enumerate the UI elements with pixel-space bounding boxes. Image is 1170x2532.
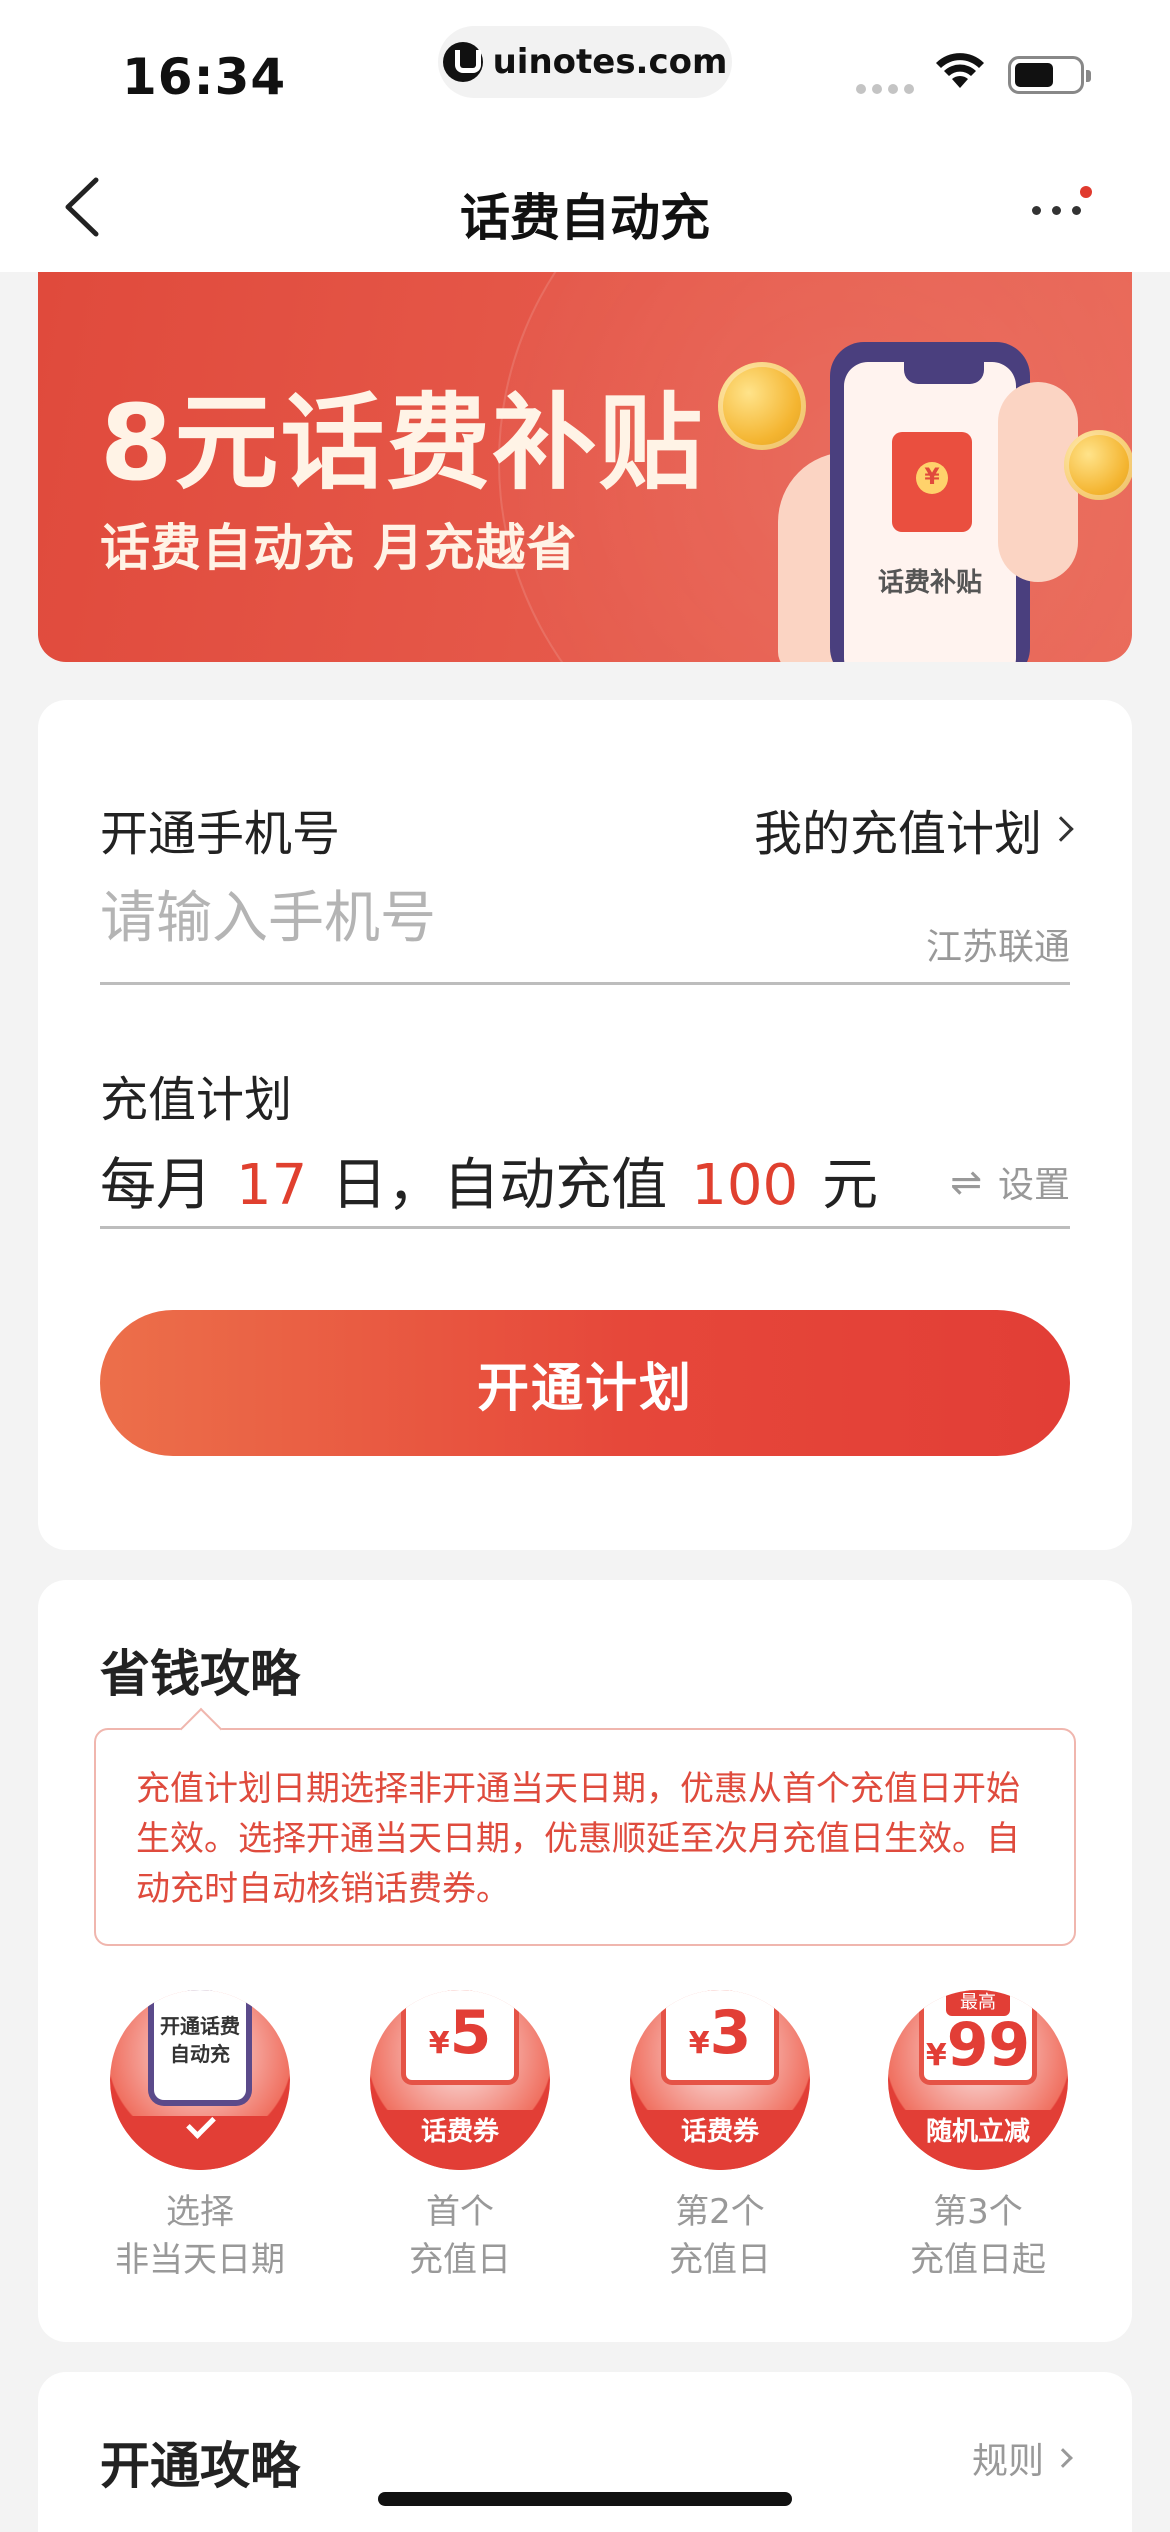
phone-screen-label: 话费补贴 [877,568,982,598]
coin-icon [718,362,806,450]
divider [100,1226,1070,1229]
phone-number-input[interactable] [100,878,800,958]
plan-suffix: 元 [822,1153,879,1218]
more-options-icon[interactable] [1024,186,1114,236]
step-badge: ¥5 话费券 [370,1990,550,2170]
coupon-value: 99 [946,2010,1031,2080]
plan-summary[interactable]: 每月 17 日，自动充值 100 元 [100,1140,878,1221]
thumb-illustration [998,382,1078,582]
step-badge: 开通话费自动充 [110,1990,290,2170]
coin-icon [1064,430,1132,500]
currency-symbol: ¥ [428,2026,450,2061]
my-plan-label: 我的充值计划 [753,806,1042,862]
banner-title: 8元话费补贴 [100,382,705,504]
step-line2: 充值日 [669,2240,771,2280]
max-ribbon: 最高 [946,1990,1010,2016]
chevron-right-icon [1048,816,1074,842]
banner-subtitle: 话费自动充 月充越省 [100,519,578,577]
swap-icon: ⇌ [950,1160,982,1204]
red-envelope-icon [892,432,972,532]
promo-banner[interactable]: 8元话费补贴 话费自动充 月充越省 话费补贴 [38,272,1132,662]
my-plan-link[interactable]: 我的充值计划 [753,794,1074,864]
notification-dot [1080,186,1092,198]
step-badge: ¥3 话费券 [630,1990,810,2170]
plan-amount: 100 [691,1153,799,1218]
site-logo-icon [442,42,483,82]
recharge-form-card: 开通手机号 我的充值计划 江苏联通 充值计划 每月 17 日，自动充值 100 … [38,700,1132,1550]
battery-icon [1008,56,1091,94]
carrier-label: 江苏联通 [925,927,1070,968]
home-indicator[interactable] [378,2492,792,2506]
step-badge: 最高 ¥99 随机立减 [888,1990,1068,2170]
step-item: ¥5 话费券 首个 充值日 [360,1990,560,2284]
status-bar: 16:34 uinotes.com [0,0,1170,140]
savings-steps: 开通话费自动充 选择 非当天日期 ¥5 话费券 首个 充值日 ¥3 话费券 第2… [100,1990,1070,2290]
coupon-value: 3 [709,1998,752,2068]
cellular-signal-icon [856,84,914,94]
rules-label: 规则 [971,2441,1044,2482]
url-text: uinotes.com [492,42,728,82]
coupon-label: 随机立减 [888,2110,1068,2170]
currency-symbol: ¥ [688,2026,710,2061]
savings-title: 省钱攻略 [100,1645,300,1703]
step-line2: 充值日起 [910,2240,1046,2280]
page-title: 话费自动充 [460,189,710,247]
rules-link[interactable]: 规则 [971,2432,1073,2484]
step-line1: 第2个 [675,2192,765,2232]
savings-guide-card: 省钱攻略 充值计划日期选择非开通当天日期，优惠从首个充值日开始生效。选择开通当天… [38,1580,1132,2342]
plan-label: 充值计划 [100,1072,293,1128]
savings-tip: 充值计划日期选择非开通当天日期，优惠从首个充值日开始生效。选择开通当天日期，优惠… [94,1728,1076,1946]
plan-middle: 日，自动充值 [331,1153,668,1218]
step-item: 开通话费自动充 选择 非当天日期 [100,1990,300,2284]
step-phone-label: 开通话费自动充 [154,1990,246,2100]
wifi-icon [936,53,984,88]
coupon-amount: ¥5 [370,1998,550,2068]
plan-settings-button[interactable]: ⇌ 设置 [950,1156,1070,1208]
plan-prefix: 每月 [100,1153,212,1218]
step-line1: 首个 [426,2192,494,2232]
step-line1: 选择 [166,2192,234,2232]
step-item: 最高 ¥99 随机立减 第3个 充值日起 [878,1990,1078,2284]
status-time: 16:34 [122,48,287,106]
coupon-label: 话费券 [630,2110,810,2170]
activation-guide-card: 开通攻略 规则 [38,2372,1132,2532]
plan-day: 17 [236,1153,308,1218]
settings-label: 设置 [997,1165,1070,1206]
phone-number-label: 开通手机号 [100,806,341,862]
currency-symbol: ¥ [925,2038,947,2073]
guide-title: 开通攻略 [100,2437,300,2495]
chevron-right-icon [1053,2448,1073,2468]
step-line1: 第3个 [933,2192,1023,2232]
coupon-amount: ¥99 [888,2010,1068,2080]
coupon-label: 话费券 [370,2110,550,2170]
step-line2: 充值日 [409,2240,511,2280]
url-pill[interactable]: uinotes.com [438,26,732,98]
navigation-bar: 话费自动充 [0,140,1170,272]
divider [100,982,1070,985]
activate-plan-button[interactable]: 开通计划 [100,1310,1070,1456]
step-item: ¥3 话费券 第2个 充值日 [620,1990,820,2284]
coupon-value: 5 [449,1998,492,2068]
coupon-amount: ¥3 [630,1998,810,2068]
step-line2: 非当天日期 [115,2240,285,2280]
